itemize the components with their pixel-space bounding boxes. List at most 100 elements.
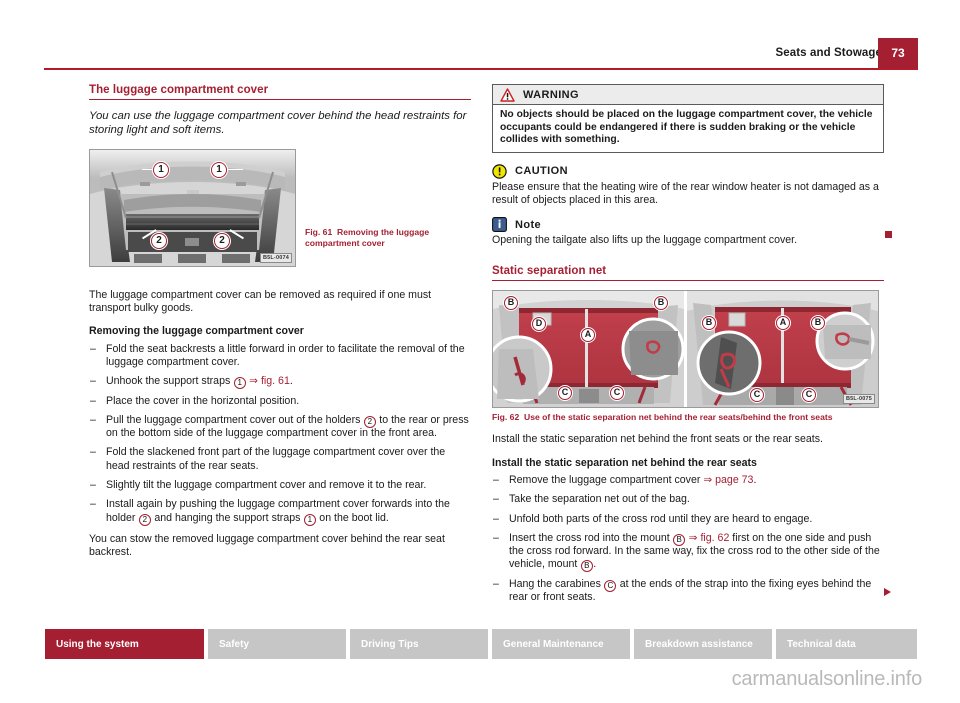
cross-reference-page-link[interactable]: ⇒ page 73 (703, 474, 753, 486)
step-text: Pull the luggage compartment cover out o… (106, 413, 364, 426)
step-text-mid: and hanging the support straps (151, 511, 304, 524)
step-text-end: . (593, 558, 597, 571)
step-text: Unhook the support straps (106, 375, 234, 388)
warning-triangle-icon (500, 87, 515, 102)
figure-62-code: B5L-0075 (842, 394, 875, 405)
nav-tab-using-the-system[interactable]: Using the system (44, 628, 205, 660)
list-item: Pull the luggage compartment cover out o… (89, 414, 471, 441)
list-item: Insert the cross rod into the mount B ⇒ … (492, 531, 884, 573)
nav-tab-driving-tips[interactable]: Driving Tips (349, 628, 489, 660)
cross-reference-link[interactable]: ⇒ fig. 61 (249, 375, 290, 387)
callout-1b: 1 (303, 513, 316, 526)
page-number: 73 (891, 46, 905, 60)
figure-marker-1b-label: 1 (211, 161, 227, 178)
boot-compartment-illustration (90, 149, 295, 266)
step-text: Fold the slackened front part of the lug… (106, 446, 446, 472)
left-intro-paragraph: The luggage compartment cover can be rem… (89, 288, 432, 315)
note-body: Opening the tailgate also lifts up the l… (492, 234, 798, 247)
figure-61-code: B5L-0074 (259, 252, 292, 263)
nav-tab-general-maintenance[interactable]: General Maintenance (491, 628, 631, 660)
step-text-end: . (289, 375, 293, 388)
nav-tab-technical-data[interactable]: Technical data (775, 628, 918, 660)
list-item: Install again by pushing the luggage com… (89, 498, 471, 526)
nav-tab-label: Breakdown assistance (645, 638, 753, 650)
marker-label: C (610, 386, 624, 401)
callout-2b: 2 (138, 513, 151, 526)
left-section-title: The luggage compartment cover (89, 84, 471, 100)
figure-61-caption: Fig. 61 Removing the luggage compartment… (305, 227, 471, 249)
site-watermark: carmanualsonline.info (731, 668, 923, 690)
nav-tab-label: Safety (219, 638, 250, 650)
list-item: Remove the luggage compartment cover ⇒ p… (492, 473, 884, 488)
callout-b2: B (580, 560, 593, 573)
step-text: Remove the luggage compartment cover (509, 473, 704, 486)
step-text-end: . (753, 473, 757, 486)
left-column: The luggage compartment cover You can us… (89, 84, 471, 570)
marker-label: C (802, 388, 816, 403)
cross-reference-link[interactable]: ⇒ fig. 62 (689, 532, 730, 544)
figure-62-caption-text: Use of the static separation net behind … (524, 412, 833, 423)
figure-marker-2a: 2 (150, 231, 168, 250)
step-text: Hang the carabines (509, 577, 604, 590)
marker-label: B (811, 316, 825, 331)
nav-tab-safety[interactable]: Safety (207, 628, 347, 660)
figure-marker-2b-label: 2 (214, 232, 230, 249)
nav-tab-breakdown-assistance[interactable]: Breakdown assistance (633, 628, 773, 660)
step-text: Insert the cross rod into the mount (509, 531, 673, 544)
warning-body: No objects should be placed on the lugga… (500, 109, 873, 146)
separation-net-illustration (493, 291, 878, 408)
right-column: WARNING No objects should be placed on t… (492, 84, 884, 612)
step-text: Unfold both parts of the cross rod until… (509, 512, 813, 525)
callout-2: 2 (363, 415, 376, 428)
left-step-list: Fold the seat backrests a little forward… (89, 343, 471, 526)
nav-tab-label: Using the system (56, 638, 139, 650)
list-item: Fold the seat backrests a little forward… (89, 343, 471, 370)
figure-61: 1 1 2 2 B5L-0074 Fig. 61 Removing the lu… (89, 148, 471, 267)
caution-circle-icon (492, 164, 507, 179)
marker-label: B (654, 296, 668, 311)
figure-62: B B D A C C B A B C C B5L-0075 Fig. 62 U… (492, 290, 884, 423)
callout-c: C (604, 579, 617, 592)
figure-marker-1a-label: 1 (153, 161, 169, 178)
figure-62-caption-label: Fig. 62 (492, 412, 520, 423)
figure-61-image: 1 1 2 2 B5L-0074 (89, 148, 296, 267)
right-procedure-heading: Install the static separation net behind… (492, 456, 757, 469)
nav-tab-label: General Maintenance (503, 638, 604, 650)
right-intro-paragraph: Install the static separation net behind… (492, 433, 823, 446)
marker-label: D (532, 317, 546, 332)
caution-title: CAUTION (515, 165, 568, 178)
caution-heading: CAUTION (492, 164, 884, 179)
warning-box: WARNING No objects should be placed on t… (492, 84, 884, 153)
page-number-badge: 73 (878, 38, 918, 68)
end-of-section-marker (884, 230, 893, 239)
continuation-arrow-icon (884, 588, 891, 596)
marker-label: A (581, 328, 595, 343)
warning-title-bar: WARNING (493, 85, 883, 105)
page-title: Seats and Stowage (775, 47, 882, 59)
figure-62-image: B B D A C C B A B C C B5L-0075 (492, 290, 879, 409)
marker-label: C (558, 386, 572, 401)
right-step-list: Remove the luggage compartment cover ⇒ p… (492, 474, 884, 604)
info-icon (492, 217, 507, 233)
left-closing-paragraph: You can stow the removed luggage compart… (89, 532, 445, 559)
figure-marker-2a-label: 2 (151, 232, 167, 249)
step-text-end: on the boot lid. (316, 511, 389, 524)
marker-label: B (504, 296, 518, 311)
marker-label: B (702, 316, 716, 331)
right-section-title: Static separation net (492, 265, 884, 282)
list-item: Take the separation net out of the bag. (492, 493, 884, 507)
nav-tab-label: Driving Tips (361, 638, 419, 650)
header-divider (44, 68, 918, 70)
step-text: Slightly tilt the luggage compartment co… (106, 479, 427, 492)
step-text: Take the separation net out of the bag. (509, 493, 690, 506)
step-text: Place the cover in the horizontal positi… (106, 394, 300, 407)
marker-label: C (750, 388, 764, 403)
callout-b: B (673, 533, 686, 546)
note-heading: Note (492, 217, 884, 233)
footer-navigation: Using the system Safety Driving Tips Gen… (44, 628, 918, 660)
figure-61-caption-label: Fig. 61 (305, 226, 333, 237)
figure-marker-1b: 1 (210, 160, 228, 179)
note-title: Note (515, 218, 542, 231)
warning-title: WARNING (523, 88, 579, 101)
left-lead-text: You can use the luggage compartment cove… (89, 110, 467, 137)
